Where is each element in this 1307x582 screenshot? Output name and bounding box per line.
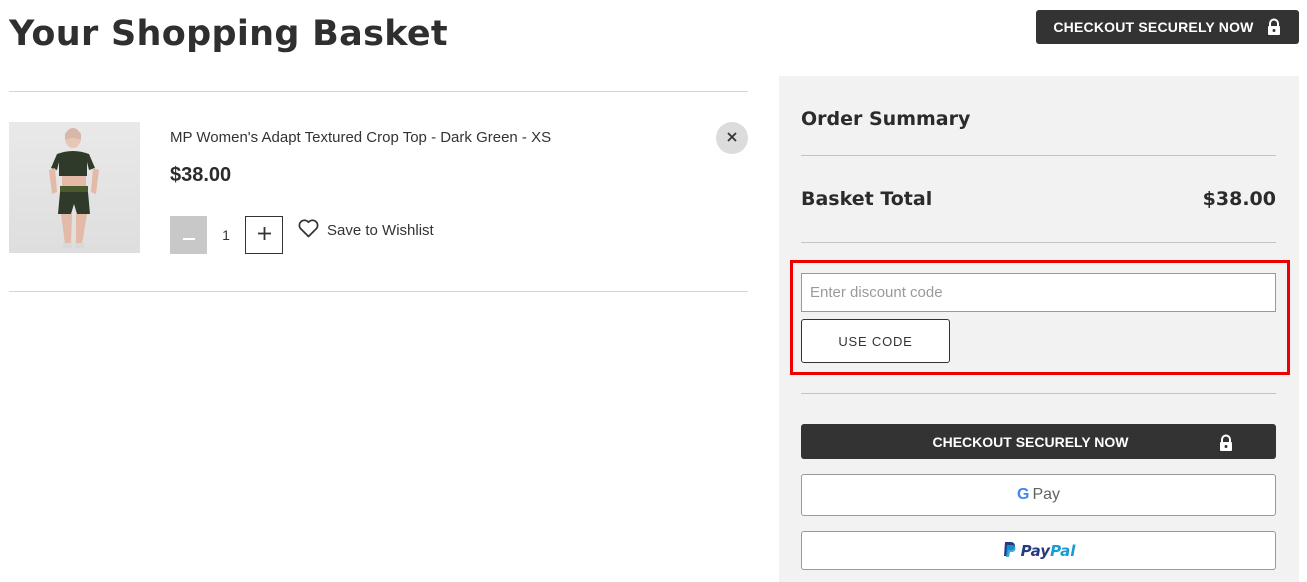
- checkout-securely-button-top[interactable]: CHECKOUT SECURELY NOW: [1036, 10, 1299, 44]
- checkout-button-label: CHECKOUT SECURELY NOW: [1053, 19, 1254, 35]
- paypal-icon: [1002, 541, 1016, 561]
- lock-icon: [1266, 18, 1282, 36]
- quantity-increase-button[interactable]: [245, 216, 283, 254]
- product-name[interactable]: MP Women's Adapt Textured Crop Top - Dar…: [170, 129, 551, 146]
- paypal-label-pay: Pay: [1020, 541, 1051, 560]
- google-pay-label: Pay: [1032, 486, 1061, 503]
- paypal-label-pal: Pal: [1050, 541, 1076, 560]
- product-price: $38.00: [170, 164, 232, 186]
- page-title: Your Shopping Basket: [9, 14, 448, 54]
- checkout-button-label: CHECKOUT SECURELY NOW: [932, 434, 1129, 450]
- heart-icon: [298, 218, 319, 242]
- summary-divider-1: [801, 155, 1276, 156]
- save-to-wishlist-button[interactable]: Save to Wishlist: [298, 218, 434, 242]
- basket-top-divider: [9, 91, 748, 92]
- plus-icon: [257, 227, 271, 243]
- summary-divider-3: [801, 393, 1276, 394]
- paypal-button[interactable]: PayPal: [801, 531, 1276, 570]
- quantity-value[interactable]: 1: [207, 216, 245, 254]
- basket-bottom-divider: [9, 291, 748, 292]
- product-image[interactable]: [9, 122, 140, 253]
- use-code-button[interactable]: USE CODE: [801, 319, 950, 363]
- google-g-icon: G: [1016, 486, 1030, 503]
- minus-icon: [182, 228, 195, 243]
- remove-item-button[interactable]: [716, 122, 748, 154]
- order-summary-title: Order Summary: [801, 108, 971, 130]
- basket-total-label: Basket Total: [801, 188, 933, 210]
- google-pay-button[interactable]: G Pay: [801, 474, 1276, 516]
- lock-icon: [1218, 434, 1234, 452]
- summary-divider-2: [801, 242, 1276, 243]
- checkout-securely-button[interactable]: CHECKOUT SECURELY NOW: [801, 424, 1276, 459]
- close-icon: [726, 131, 738, 146]
- basket-total-value: $38.00: [1202, 188, 1276, 210]
- discount-code-input[interactable]: [801, 273, 1276, 312]
- quantity-decrease-button[interactable]: [170, 216, 207, 254]
- wishlist-label: Save to Wishlist: [327, 221, 434, 239]
